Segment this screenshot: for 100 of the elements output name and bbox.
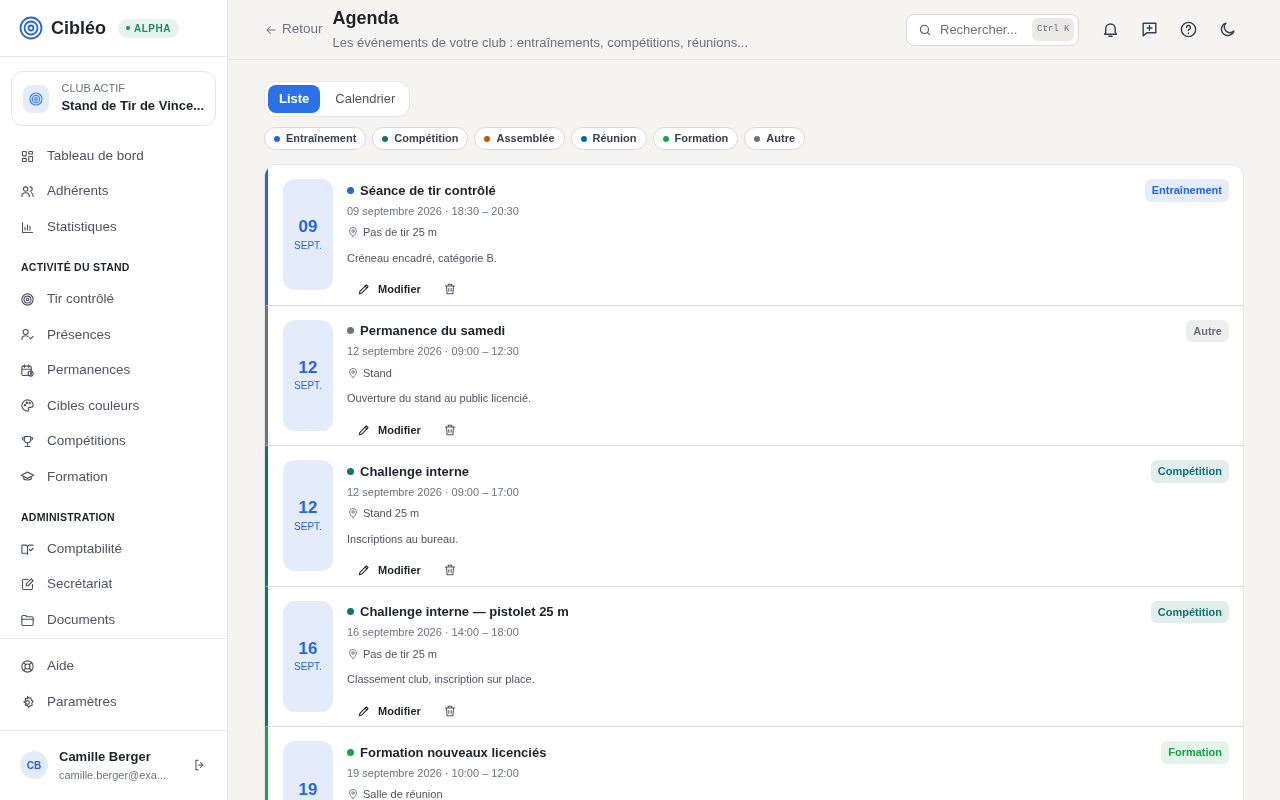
map-pin-icon [347, 788, 359, 800]
nav-item[interactable]: Compétitions [10, 423, 217, 459]
day-number: 12 [298, 356, 318, 379]
map-pin-icon [347, 507, 359, 520]
day-number: 12 [298, 497, 318, 519]
club-label: CLUB ACTIF [61, 82, 126, 96]
nav-item[interactable]: Formation [10, 459, 217, 495]
view-tab[interactable]: Liste [268, 85, 321, 113]
message-plus-icon[interactable] [1140, 20, 1159, 39]
folder-icon [20, 612, 35, 628]
edit-button[interactable]: Modifier [357, 417, 421, 442]
user-check-icon [20, 327, 35, 343]
event-location: Pas de tir 25 m [363, 225, 437, 240]
event-tag: Entraînement [1144, 179, 1229, 202]
search-input[interactable]: Rechercher... [940, 19, 1024, 40]
search-box[interactable]: Rechercher... Ctrl K [906, 13, 1079, 46]
club-name: Stand de Tir de Vince... [61, 96, 204, 115]
event-description: Créneau encadré, catégorie B. [347, 250, 498, 266]
nav-item[interactable]: Tableau de bord [10, 138, 217, 174]
bell-icon[interactable] [1101, 20, 1120, 39]
back-button[interactable]: Retour [264, 19, 323, 40]
event-description: Classement club, inscription sur place. [347, 672, 536, 687]
nav-item[interactable]: Permanences [10, 352, 217, 388]
event-description: Ouverture du stand au public licencié. [347, 391, 533, 406]
calendar-clock-icon [20, 362, 35, 378]
nav-item[interactable]: Secrétariat [10, 566, 217, 603]
edit-button[interactable]: Modifier [357, 277, 421, 302]
logo-target-icon [19, 16, 43, 40]
alpha-badge: ALPHA [118, 18, 179, 38]
month-label: SEPT. [294, 238, 322, 253]
event-tag: Autre [1186, 319, 1229, 342]
nav-item[interactable]: Paramètres [10, 684, 217, 720]
event-title: Formation nouveaux licenciés [360, 743, 547, 762]
event-tag: Compétition [1150, 600, 1229, 623]
notepad-edit-icon [20, 577, 35, 592]
filter-chip[interactable]: Compétition [372, 127, 469, 150]
month-label: SEPT. [294, 660, 322, 675]
user-avatar: CB [20, 751, 48, 780]
user-name: Camille Berger [59, 748, 152, 767]
palette-icon [20, 398, 35, 414]
lifebuoy-icon [20, 659, 35, 674]
nav-item[interactable]: Tir contrôlé [10, 281, 217, 317]
nav-item[interactable]: Cibles couleurs [10, 388, 217, 424]
trash-icon[interactable] [442, 282, 457, 297]
pencil-icon [357, 282, 371, 297]
event-title: Permanence du samedi [360, 322, 506, 340]
filter-chip[interactable]: Autre [744, 127, 806, 150]
map-pin-icon [347, 226, 359, 239]
event-location: Stand [363, 365, 392, 381]
target-icon [28, 90, 45, 107]
event-card[interactable]: 09 SEPT. Séance de tir contrôlé Entraînement 09 septembre 2026 · 18:30 – 20:30 Pas de tir 25 m Créneau encadré, catégorie B. Modifier [265, 165, 1243, 306]
event-location: Pas de tir 25 m [363, 646, 437, 662]
target-icon [20, 291, 35, 307]
nav-item[interactable]: Présences [10, 317, 217, 353]
edit-button[interactable]: Modifier [357, 558, 421, 583]
filter-chip[interactable]: Assemblée [474, 127, 565, 150]
event-title: Challenge interne — pistolet 25 m [360, 603, 569, 621]
moon-icon[interactable] [1218, 20, 1237, 39]
help-icon[interactable] [1179, 20, 1198, 39]
event-card[interactable]: 19 Formation nouveaux licenciés Formation 19 septembre 2026 · 10:00 – 12:00 Salle de réunion [265, 727, 1243, 800]
edit-button[interactable]: Modifier [357, 698, 421, 723]
search-icon [918, 22, 932, 37]
event-card[interactable]: 16 SEPT. Challenge interne — pistolet 25 m Compétition 16 septembre 2026 · 14:00 – 18:00 Pas de tir 25 m Classement club, inscription sur place. Modifier [265, 586, 1243, 727]
user-email: camille.berger@exa... [59, 767, 168, 783]
filter-chip[interactable]: Formation [652, 127, 739, 150]
event-card[interactable]: 12 SEPT. Permanence du samedi Autre 12 septembre 2026 · 09:00 – 12:30 Stand Ouverture du stand au public licencié. Modifier [265, 305, 1243, 446]
nav-item[interactable]: Adhérents [10, 173, 217, 210]
pencil-icon [357, 703, 371, 718]
nav-item[interactable]: Documents [10, 602, 217, 638]
trash-icon[interactable] [442, 563, 457, 578]
view-tab[interactable]: Calendrier [324, 85, 407, 113]
event-datetime: 09 septembre 2026 · 18:30 – 20:30 [347, 203, 520, 219]
shortcut-key: Ctrl K [1032, 17, 1075, 42]
filter-chip[interactable]: Réunion [570, 127, 647, 150]
event-card[interactable]: 12 SEPT. Challenge interne Compétition 12 septembre 2026 · 09:00 – 17:00 Stand 25 m Inscriptions au bureau. Modifier [265, 446, 1243, 587]
club-card[interactable]: CLUB ACTIF Stand de Tir de Vince... [11, 71, 216, 127]
pencil-icon [357, 563, 371, 578]
nav-item[interactable]: Statistiques [10, 209, 217, 245]
month-label: SEPT. [294, 379, 322, 394]
page-subtitle: Les événements de votre club : entraînements, compétitions, réunions... [332, 33, 749, 52]
users-icon [20, 184, 35, 199]
filter-chip[interactable]: Entraînement [264, 127, 367, 150]
nav-item[interactable]: Comptabilité [10, 531, 217, 567]
pencil-icon [357, 422, 371, 437]
event-datetime: 19 septembre 2026 · 10:00 – 12:00 [347, 765, 520, 781]
day-number: 16 [298, 637, 318, 660]
event-location: Salle de réunion [363, 787, 443, 800]
grid-icon [20, 148, 35, 164]
trash-icon[interactable] [442, 422, 457, 437]
event-title: Challenge interne [360, 462, 470, 481]
event-tag: Compétition [1150, 460, 1229, 483]
section-heading: ACTIVITÉ DU STAND [20, 259, 131, 275]
nav-item[interactable]: Aide [10, 648, 217, 685]
month-label: SEPT. [294, 519, 322, 534]
section-heading: ADMINISTRATION [20, 509, 116, 525]
brand-name: Cibléo [51, 16, 106, 40]
event-title: Séance de tir contrôlé [360, 181, 496, 200]
map-pin-icon [347, 366, 359, 379]
trash-icon[interactable] [442, 703, 457, 718]
event-datetime: 16 septembre 2026 · 14:00 – 18:00 [347, 625, 520, 640]
